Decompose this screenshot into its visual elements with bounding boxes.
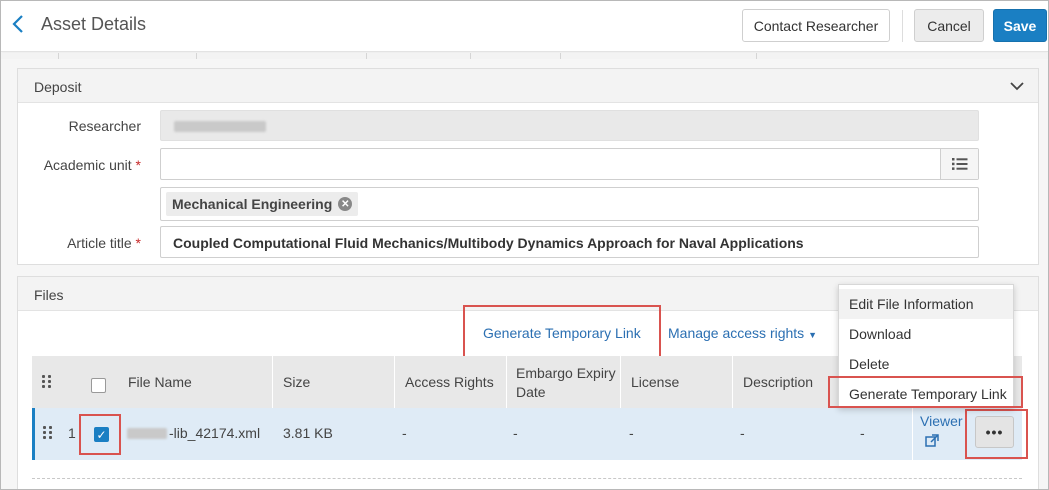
screenshot-border (0, 0, 1049, 490)
